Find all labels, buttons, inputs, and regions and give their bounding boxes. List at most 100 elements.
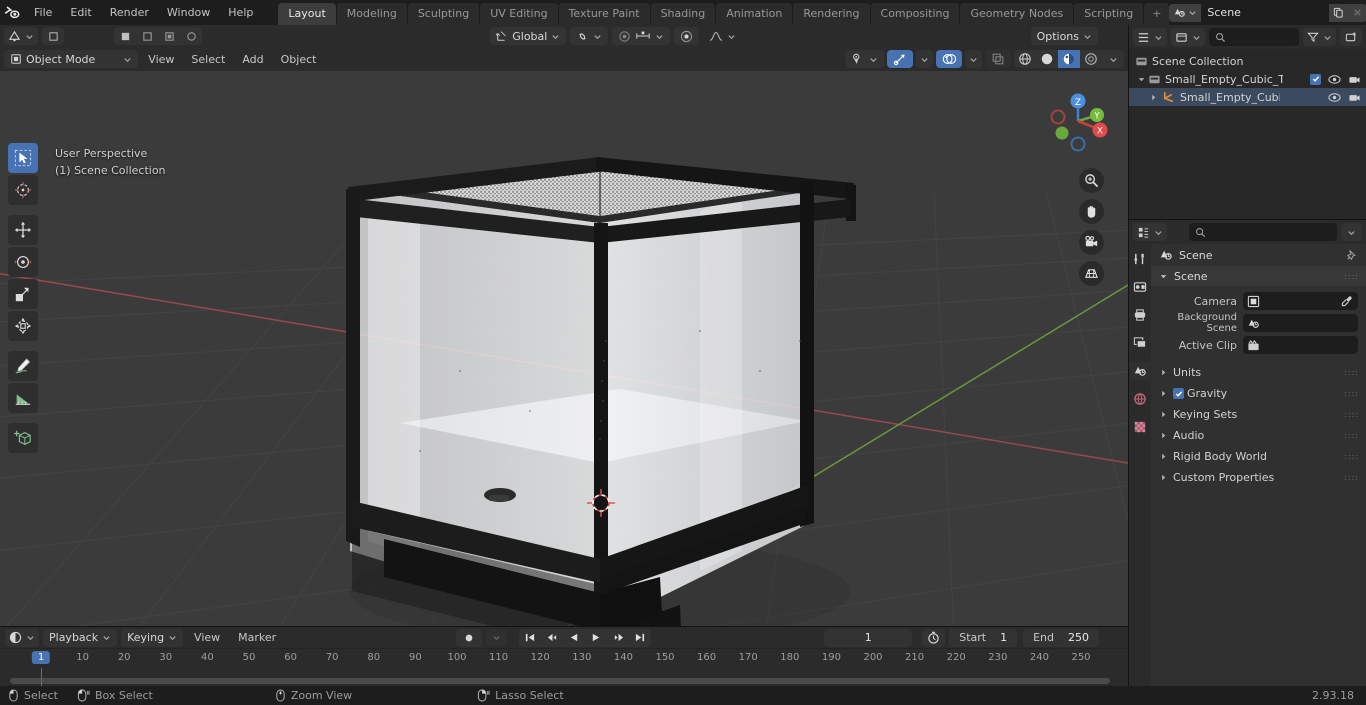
visibility-selectability-button[interactable] [845,50,884,68]
snap-mode-a-icon[interactable] [114,27,136,45]
outliner-row-object[interactable]: Small_Empty_Cubic_Terra [1129,88,1366,106]
menu-window[interactable]: Window [158,3,219,22]
add-workspace-button[interactable]: + [1144,3,1170,25]
scene-selector[interactable]: Scene [1169,3,1366,22]
outliner-editor-type-button[interactable] [1133,28,1167,46]
new-scene-button[interactable] [1329,3,1349,22]
eye-icon[interactable] [1328,92,1341,103]
camera-icon[interactable] [1079,230,1104,255]
workspace-tab-animation[interactable]: Animation [716,3,793,25]
panel-gravity[interactable]: Gravity :::: [1151,383,1366,404]
shading-rendered-icon[interactable] [1080,50,1102,68]
timeline-playback-dropdown[interactable]: Playback [43,628,118,647]
shading-material-preview-icon[interactable] [1058,50,1080,68]
move-tool[interactable] [8,215,38,245]
menu-edit[interactable]: Edit [61,3,100,22]
snap-mode-d-icon[interactable] [180,27,202,45]
timeline-playhead[interactable]: 1 [31,651,51,664]
frame-end-field[interactable]: End 250 [1023,628,1099,647]
viewport-menu-select[interactable]: Select [184,51,232,68]
frame-start-field[interactable]: Start 1 [949,628,1018,647]
tab-world[interactable] [1130,390,1150,408]
workspace-tab-scripting[interactable]: Scripting [1074,3,1144,25]
menu-help[interactable]: Help [219,3,262,22]
panel-keying-sets[interactable]: Keying Sets :::: [1151,404,1366,425]
proportional-editing-button[interactable] [612,27,671,45]
xray-toggle-button[interactable] [985,50,1011,68]
tweak-select-tool[interactable] [8,143,38,173]
scale-tool[interactable] [8,279,38,309]
play-button[interactable] [585,629,607,647]
tab-tool[interactable] [1130,250,1150,268]
eyedropper-icon[interactable] [1341,295,1353,307]
panel-units[interactable]: Units :::: [1151,362,1366,383]
pin-icon[interactable] [1345,249,1358,262]
outliner-search-input[interactable] [1209,28,1299,46]
proportional-falloff-button[interactable] [674,27,700,45]
panel-custom-properties[interactable]: Custom Properties :::: [1151,467,1366,488]
select-mode-group[interactable] [42,27,64,45]
rotate-tool[interactable] [8,247,38,277]
panel-audio[interactable]: Audio :::: [1151,425,1366,446]
menu-file[interactable]: File [25,3,61,22]
workspace-tab-rendering[interactable]: Rendering [793,3,870,25]
jump-to-end-button[interactable] [629,629,651,647]
shading-options-dropdown[interactable] [1102,50,1124,68]
jump-to-start-button[interactable] [519,629,541,647]
timeline-ruler[interactable]: 1 10 20 30 40 50 60 70 80 90 100 110 120 130 140 150 160… [0,649,1128,670]
properties-editor-type-button[interactable] [1133,223,1167,241]
tab-render[interactable] [1130,278,1150,296]
auto-keying-button[interactable] [456,628,483,647]
outliner-tree[interactable]: Scene Collection Small_Empty_Cubic_Terra… [1129,49,1366,219]
next-keyframe-button[interactable] [607,629,629,647]
viewport-menu-add[interactable]: Add [235,51,270,68]
unlink-scene-button[interactable] [1348,3,1366,22]
transform-tool[interactable] [8,311,38,341]
camera-field[interactable] [1243,292,1358,310]
outliner-new-collection-button[interactable] [1340,28,1362,46]
timeline-menu-view[interactable]: View [187,629,227,646]
grid-ortho-icon[interactable] [1079,261,1104,286]
snap-mode-c-icon[interactable] [158,27,180,45]
play-reverse-button[interactable] [563,629,585,647]
blender-logo-icon[interactable] [4,3,21,23]
workspace-tab-sculpting[interactable]: Sculpting [407,3,480,25]
outliner-filter-button[interactable] [1303,28,1336,46]
snap-toggle-button[interactable] [570,27,609,45]
camera-render-icon[interactable] [1348,74,1361,85]
select-mode-vertex-icon[interactable] [42,27,64,45]
cursor-tool[interactable] [8,175,38,205]
auto-keying-options-dropdown[interactable] [486,628,508,647]
gravity-checkbox[interactable] [1173,388,1184,399]
outliner-row-scene-collection[interactable]: Scene Collection [1129,52,1366,70]
outliner-display-mode-dropdown[interactable] [1171,28,1205,46]
panel-rigid-body-world[interactable]: Rigid Body World :::: [1151,446,1366,467]
workspace-tab-texture-paint[interactable]: Texture Paint [558,3,650,25]
viewport-menu-view[interactable]: View [141,51,181,68]
shading-solid-icon[interactable] [1036,50,1058,68]
3d-viewport[interactable]: User Perspective (1) Scene Collection Z … [0,71,1128,626]
falloff-curve-button[interactable] [703,27,742,45]
scene-browse-icon[interactable] [1169,3,1202,22]
timeline-editor-type-button[interactable] [5,628,39,647]
zoom-icon[interactable] [1079,168,1104,193]
menu-render[interactable]: Render [101,3,158,22]
playback-controls[interactable] [519,628,652,647]
workspace-tab-shading[interactable]: Shading [650,3,716,25]
viewport-options-button[interactable]: Options [1030,27,1099,45]
tab-texture[interactable] [1130,418,1150,436]
chevron-right-icon[interactable] [1147,93,1160,102]
workspace-tab-compositing[interactable]: Compositing [870,3,960,25]
properties-options-dropdown[interactable] [1341,223,1362,241]
show-overlays-button[interactable] [936,50,962,68]
timeline-scrollbar[interactable] [10,678,1110,684]
workspace-tab-layout[interactable]: Layout [278,3,336,25]
workspace-tab-uv-editing[interactable]: UV Editing [480,3,558,25]
collection-checkbox[interactable] [1310,73,1321,85]
prev-keyframe-button[interactable] [541,629,563,647]
timeline-keying-dropdown[interactable]: Keying [121,628,184,647]
timeline-body[interactable]: 1 10 20 30 40 50 60 70 80 90 100 110 120 130 140 150 160… [0,648,1128,686]
viewport-menu-object[interactable]: Object [274,51,324,68]
use-preview-range-button[interactable] [922,628,946,647]
snap-mode-group[interactable] [114,27,202,45]
